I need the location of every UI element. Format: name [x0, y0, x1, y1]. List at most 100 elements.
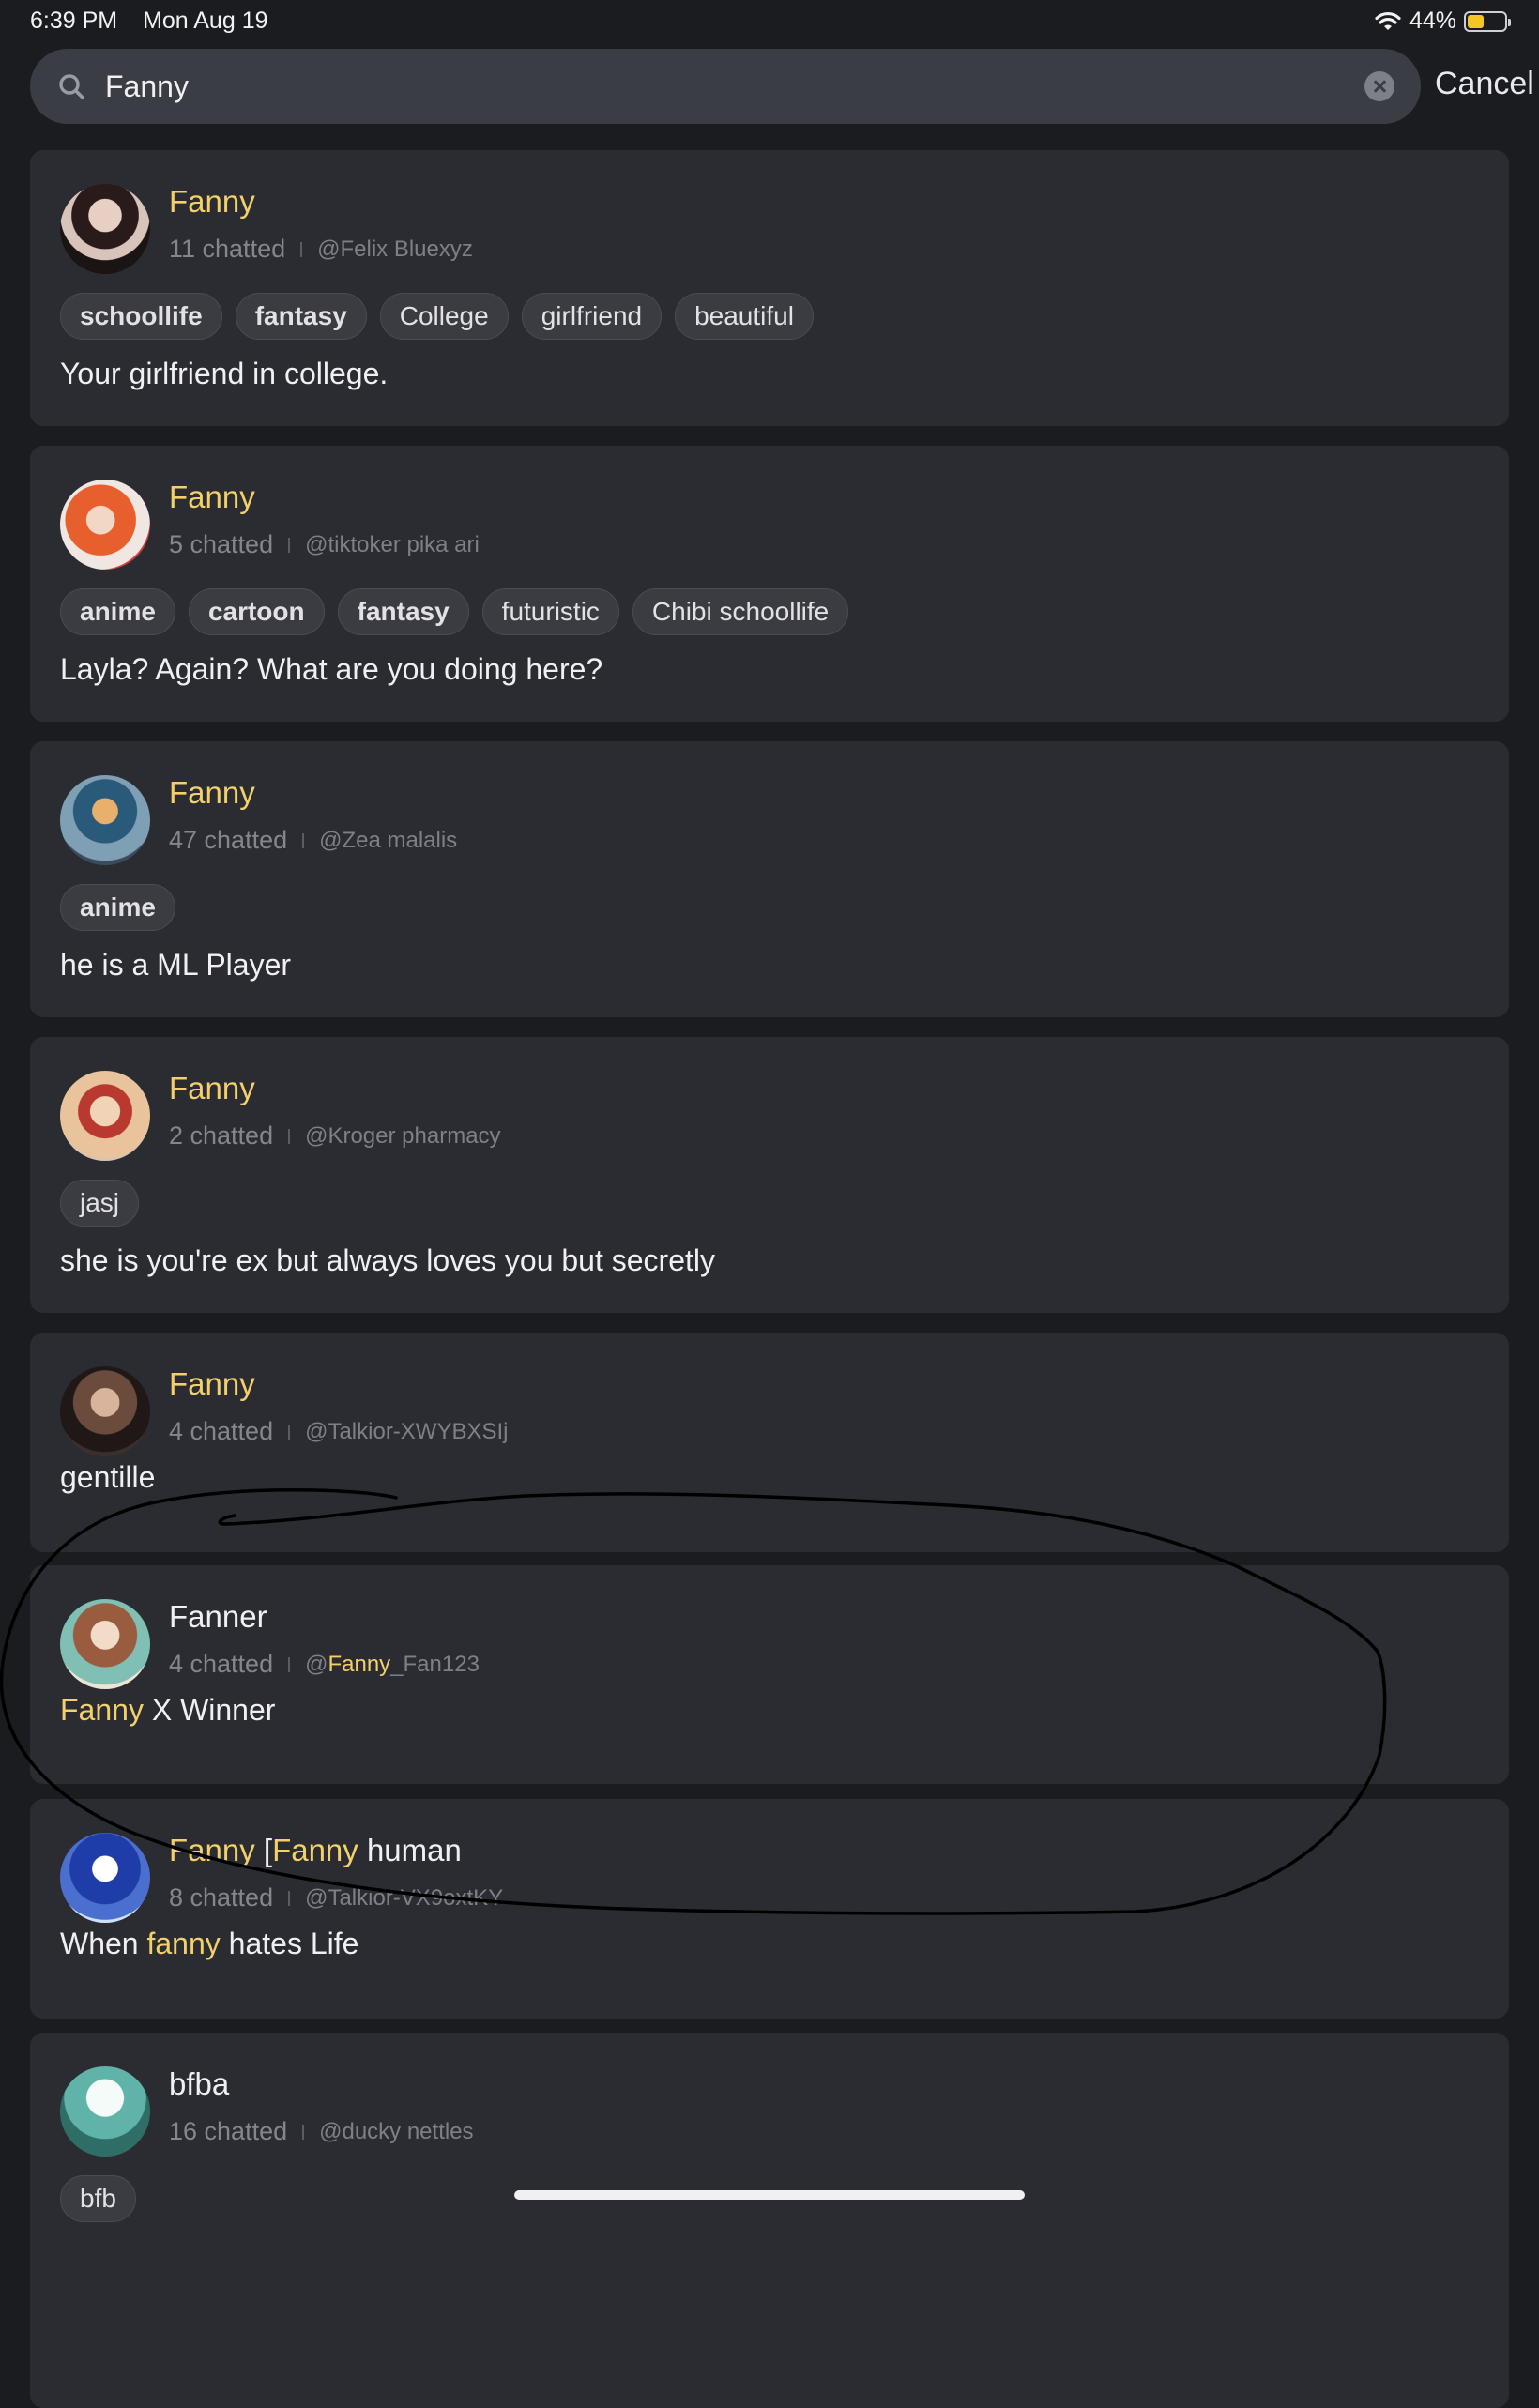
- chatted-count: 2 chatted: [169, 1121, 274, 1150]
- text-run: Fanny: [60, 1693, 144, 1727]
- tag-chip[interactable]: College: [379, 293, 509, 340]
- tag-chip[interactable]: cartoon: [188, 588, 325, 635]
- status-time: 6:39 PM: [30, 8, 118, 34]
- text-run: @tiktoker pika ari: [305, 531, 480, 557]
- tag-list: anime: [60, 884, 175, 931]
- meta-divider: [288, 1656, 291, 1672]
- creator-handle[interactable]: @ducky nettles: [319, 2119, 473, 2145]
- chatted-count: 4 chatted: [169, 1650, 274, 1678]
- character-meta: 4 chatted @Fanny_Fan123: [169, 1650, 480, 1679]
- text-run: When: [60, 1927, 147, 1960]
- meta-divider: [288, 1890, 291, 1906]
- character-card[interactable]: Fanny [Fanny human 8 chatted @Talkior-VX9o…: [30, 1799, 1509, 2019]
- text-run: Your girlfriend in college.: [60, 357, 389, 390]
- tag-chip[interactable]: anime: [60, 588, 175, 635]
- avatar[interactable]: [60, 775, 150, 865]
- text-run: X Winner: [143, 1693, 276, 1727]
- search-bar[interactable]: [30, 49, 1421, 124]
- chatted-count: 8 chatted: [169, 1883, 274, 1912]
- tag-chip[interactable]: jasj: [60, 1180, 140, 1227]
- character-name: Fanny: [169, 1071, 255, 1106]
- character-description: When fanny hates Life: [60, 1927, 358, 1961]
- chatted-count: 4 chatted: [169, 1417, 274, 1445]
- character-card[interactable]: Fanny 47 chatted @Zea malalis anime he is a …: [30, 741, 1509, 1017]
- meta-divider: [302, 832, 305, 848]
- tag-chip[interactable]: girlfriend: [521, 293, 663, 340]
- battery-icon: [1464, 10, 1511, 32]
- text-run: Fanny: [169, 480, 255, 514]
- character-meta: 16 chatted @ducky nettles: [169, 2117, 474, 2146]
- text-run: Fanny: [328, 1651, 391, 1677]
- character-card[interactable]: Fanny 4 chatted @Talkior-XWYBXSIj gentille: [30, 1333, 1509, 1552]
- creator-handle[interactable]: @Fanny_Fan123: [305, 1652, 480, 1678]
- avatar[interactable]: [60, 1366, 150, 1456]
- creator-handle[interactable]: @Talkior-XWYBXSIj: [305, 1419, 508, 1445]
- search-input[interactable]: [105, 49, 1325, 124]
- character-meta: 5 chatted @tiktoker pika ari: [169, 530, 480, 559]
- character-name: Fanny [Fanny human: [169, 1833, 462, 1868]
- character-meta: 4 chatted @Talkior-XWYBXSIj: [169, 1417, 509, 1446]
- text-run: Fanner: [169, 1599, 267, 1634]
- search-row: Cancel: [30, 49, 1534, 124]
- tag-chip[interactable]: Chibi schoollife: [632, 588, 849, 635]
- avatar[interactable]: [60, 2066, 150, 2157]
- text-run: Fanny: [169, 1071, 255, 1105]
- character-meta: 11 chatted @Felix Bluexyz: [169, 235, 473, 264]
- meta-divider: [302, 2124, 305, 2140]
- character-name: Fanny: [169, 775, 255, 811]
- clear-search-icon[interactable]: [1364, 71, 1394, 101]
- meta-divider: [288, 537, 291, 553]
- creator-handle[interactable]: @tiktoker pika ari: [305, 532, 480, 558]
- character-card[interactable]: Fanny 2 chatted @Kroger pharmacy jasj she is…: [30, 1037, 1509, 1313]
- character-card[interactable]: Fanny 5 chatted @tiktoker pika ari anime car…: [30, 446, 1509, 722]
- text-run: _Fan123: [390, 1651, 480, 1677]
- chatted-count: 11 chatted: [169, 235, 286, 263]
- text-run: @Talkior-VX9oxtKY: [305, 1884, 504, 1911]
- character-description: Fanny X Winner: [60, 1693, 275, 1728]
- character-meta: 2 chatted @Kroger pharmacy: [169, 1121, 501, 1151]
- text-run: Fanny: [169, 1366, 255, 1401]
- tag-list: bfb: [60, 2175, 136, 2222]
- tag-chip[interactable]: beautiful: [675, 293, 814, 340]
- creator-handle[interactable]: @Kroger pharmacy: [305, 1123, 500, 1150]
- character-card[interactable]: bfba 16 chatted @ducky nettles bfb: [30, 2033, 1509, 2408]
- text-run: @Talkior-XWYBXSIj: [305, 1418, 509, 1444]
- text-run: she is you're ex but always loves you bu…: [60, 1243, 715, 1277]
- battery-fill: [1468, 14, 1484, 28]
- meta-divider: [300, 241, 303, 257]
- tag-chip[interactable]: anime: [60, 884, 175, 931]
- character-meta: 47 chatted @Zea malalis: [169, 826, 457, 855]
- text-run: @Felix Bluexyz: [317, 236, 473, 262]
- avatar[interactable]: [60, 184, 150, 274]
- creator-handle[interactable]: @Talkior-VX9oxtKY: [305, 1885, 503, 1912]
- status-bar: 6:39 PM Mon Aug 19 44%: [0, 0, 1539, 45]
- tag-chip[interactable]: fantasy: [337, 588, 469, 635]
- home-indicator[interactable]: [514, 2190, 1025, 2200]
- character-card[interactable]: Fanny 11 chatted @Felix Bluexyz schoollife f…: [30, 150, 1509, 426]
- creator-handle[interactable]: @Felix Bluexyz: [317, 236, 473, 263]
- avatar[interactable]: [60, 1599, 150, 1689]
- avatar[interactable]: [60, 480, 150, 570]
- cancel-button[interactable]: Cancel: [1435, 66, 1534, 102]
- status-date: Mon Aug 19: [143, 8, 268, 34]
- avatar[interactable]: [60, 1833, 150, 1923]
- chatted-count: 47 chatted: [169, 826, 288, 854]
- character-name: Fanny: [169, 480, 255, 515]
- text-run: Fanny: [169, 775, 255, 810]
- tag-chip[interactable]: schoollife: [60, 293, 222, 340]
- character-card[interactable]: Fanner 4 chatted @Fanny_Fan123 Fanny X Winn…: [30, 1565, 1509, 1784]
- tag-chip[interactable]: fantasy: [235, 293, 367, 340]
- tag-chip[interactable]: futuristic: [481, 588, 619, 635]
- character-name: Fanny: [169, 184, 255, 220]
- character-description: he is a ML Player: [60, 948, 291, 983]
- text-run: gentille: [60, 1460, 156, 1494]
- character-description: Your girlfriend in college.: [60, 357, 388, 391]
- tag-list: anime cartoon fantasy futuristic Chibi schoo…: [60, 588, 849, 635]
- tag-chip[interactable]: bfb: [60, 2175, 136, 2222]
- text-run: @Zea malalis: [319, 827, 458, 853]
- text-run: bfba: [169, 2066, 230, 2101]
- avatar[interactable]: [60, 1071, 150, 1161]
- creator-handle[interactable]: @Zea malalis: [319, 828, 457, 854]
- battery-percent: 44%: [1409, 8, 1456, 34]
- chatted-count: 16 chatted: [169, 2117, 288, 2145]
